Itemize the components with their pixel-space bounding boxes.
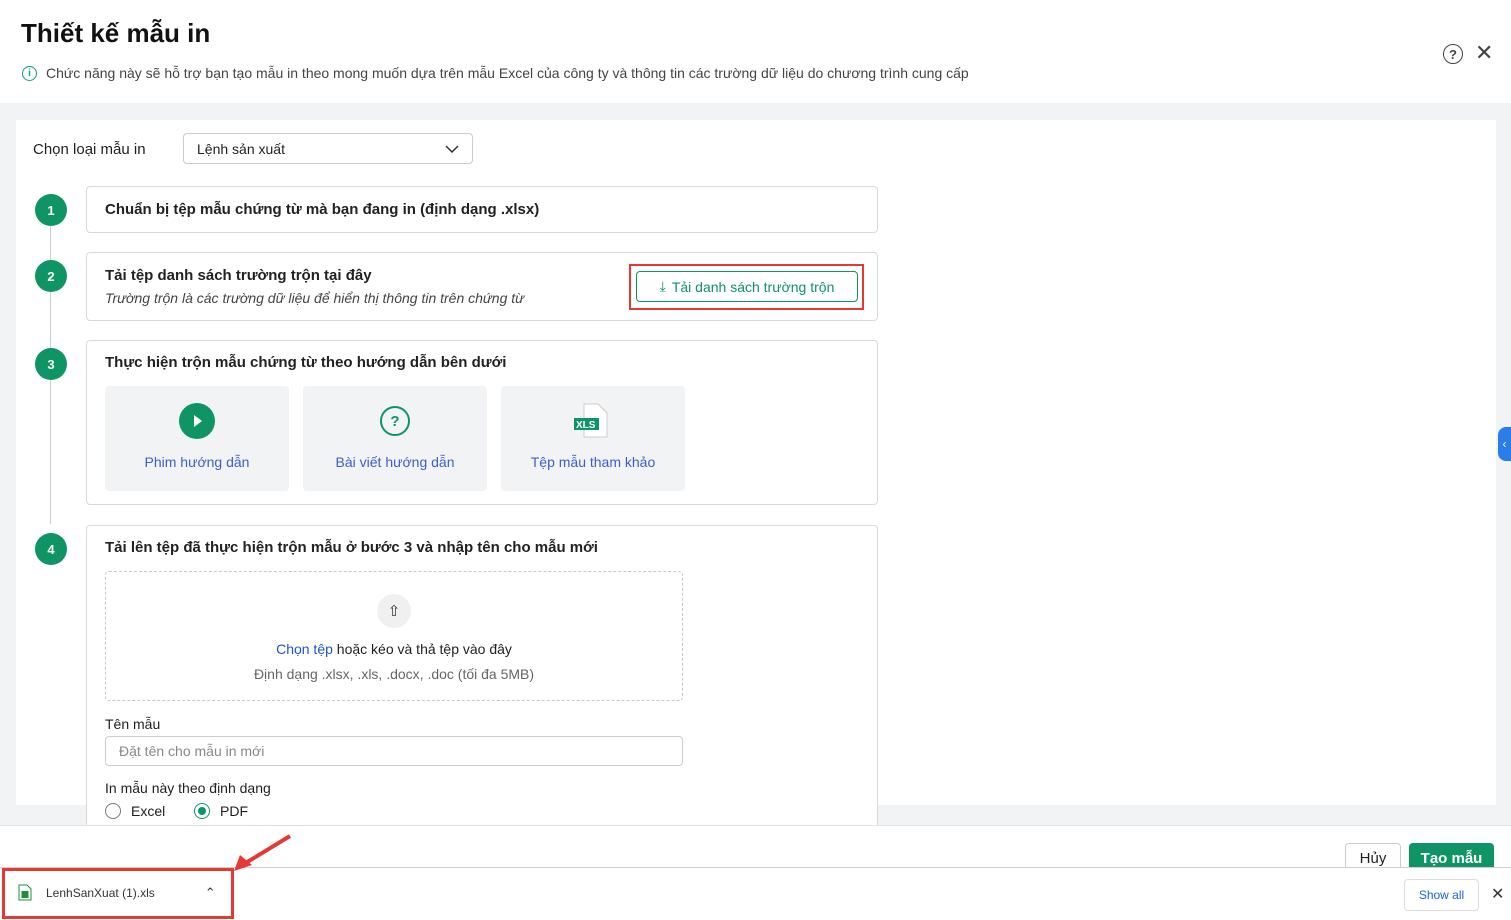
tile-label: Bài viết hướng dẫn <box>335 454 455 470</box>
radio-excel[interactable] <box>105 803 121 819</box>
article-guide-tile[interactable]: ? Bài viết hướng dẫn <box>303 386 487 491</box>
step-number: 1 <box>35 194 67 226</box>
chevron-up-icon[interactable]: ⌃ <box>205 885 216 901</box>
spreadsheet-file-icon <box>18 884 32 901</box>
step-title: Chuẩn bị tệp mẫu chứng từ mà bạn đang in… <box>105 201 540 218</box>
template-type-label: Chọn loại mẫu in <box>33 141 146 158</box>
download-icon: ⤓ <box>659 278 666 294</box>
download-merge-fields-button[interactable]: ⤓ Tải danh sách trường trộn <box>636 271 858 302</box>
side-panel-toggle[interactable]: ‹ <box>1498 427 1511 461</box>
subtitle-text: Chức năng này sẽ hỗ trợ bạn tạo mẫu in t… <box>46 65 969 81</box>
radio-label: PDF <box>220 803 248 819</box>
upload-hint: Định dạng .xlsx, .xls, .docx, .doc (tối … <box>253 666 535 682</box>
tile-label: Tệp mẫu tham khảo <box>530 454 656 470</box>
sample-file-tile[interactable]: XLS Tệp mẫu tham khảo <box>501 386 685 491</box>
radio-pdf[interactable] <box>194 803 210 819</box>
upload-icon: ⇧ <box>377 594 411 628</box>
info-icon: i <box>22 65 37 81</box>
format-label: In mẫu này theo định dạng <box>105 780 271 796</box>
video-guide-tile[interactable]: Phim hướng dẫn <box>105 386 289 491</box>
template-name-label: Tên mẫu <box>105 716 161 732</box>
help-icon[interactable]: ? <box>1443 44 1463 64</box>
button-label: Tải danh sách trường trộn <box>671 278 835 295</box>
select-value: Lệnh sản xuất <box>197 140 285 157</box>
downloaded-file-item[interactable]: LenhSanXuat (1).xls ⌃ <box>18 884 216 901</box>
step-title: Tải lên tệp đã thực hiện trộn mẫu ở bước… <box>105 539 598 556</box>
step-title: Thực hiện trộn mẫu chứng từ theo hướng d… <box>105 354 507 371</box>
step-connector <box>50 292 51 350</box>
step-number: 4 <box>35 533 67 565</box>
step-1-card: Chuẩn bị tệp mẫu chứng từ mà bạn đang in… <box>86 186 878 233</box>
dialog-header <box>0 0 1511 103</box>
annotation-arrow <box>234 834 292 871</box>
question-circle-icon: ? <box>380 406 410 436</box>
dialog-footer <box>0 825 1511 868</box>
template-name-input[interactable] <box>105 736 683 766</box>
format-excel-option[interactable]: Excel <box>105 803 165 819</box>
template-type-select[interactable]: Lệnh sản xuất <box>183 133 473 164</box>
chevron-down-icon <box>445 144 459 153</box>
show-all-button[interactable]: Show all <box>1404 879 1479 911</box>
step-connector <box>50 380 51 524</box>
file-name: LenhSanXuat (1).xls <box>46 885 155 900</box>
close-icon[interactable]: ✕ <box>1475 40 1493 66</box>
play-icon <box>179 403 215 439</box>
choose-file-link[interactable]: Chọn tệp <box>276 641 333 657</box>
page-subtitle: i Chức năng này sẽ hỗ trợ bạn tạo mẫu in … <box>22 65 969 81</box>
file-dropzone[interactable]: ⇧ Chọn tệp hoặc kéo và thả tệp vào đây Đ… <box>105 571 683 701</box>
format-pdf-option[interactable]: PDF <box>194 803 248 819</box>
step-number: 2 <box>35 260 67 292</box>
xls-badge: XLS <box>576 420 596 431</box>
radio-label: Excel <box>131 803 166 819</box>
step-number: 3 <box>35 348 67 380</box>
page-title: Thiết kế mẫu in <box>21 18 211 48</box>
close-download-bar-icon[interactable]: ✕ <box>1491 884 1504 904</box>
svg-text:?: ? <box>390 413 399 430</box>
upload-text: hoặc kéo và thả tệp vào đây <box>336 641 512 657</box>
tile-label: Phim hướng dẫn <box>144 454 250 470</box>
